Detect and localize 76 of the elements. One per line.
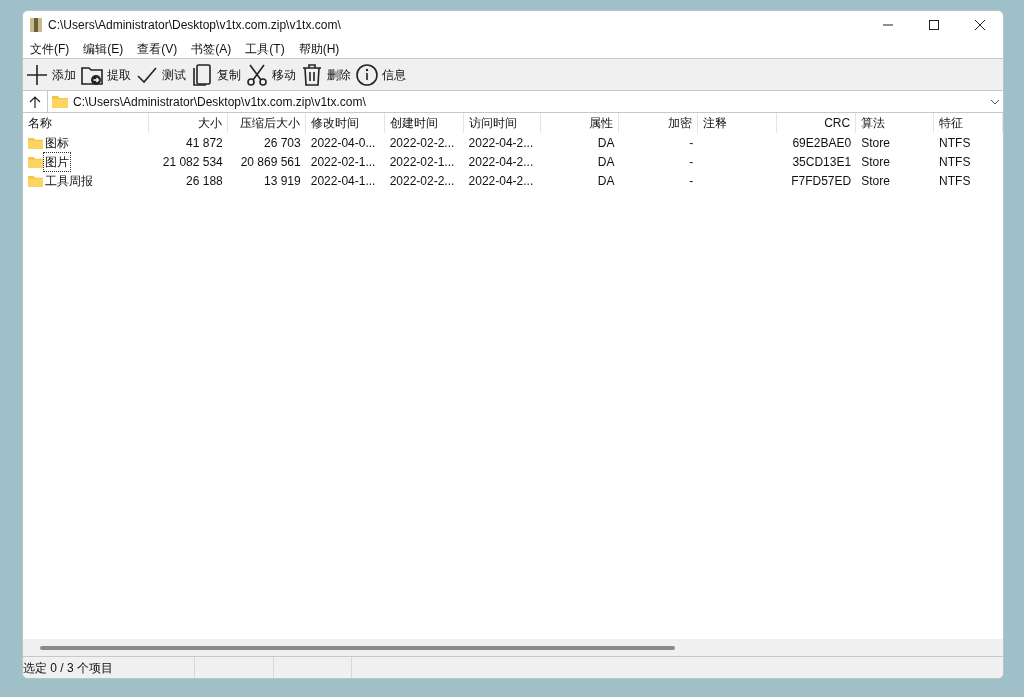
window-title: C:\Users\Administrator\Desktop\v1tx.com.zip\v1tx.com\: [48, 17, 342, 34]
column-header[interactable]: 创建时间: [384, 113, 464, 133]
toolbar-button[interactable]: 添加: [25, 62, 76, 87]
column-header[interactable]: 算法: [856, 113, 935, 133]
table-cell-text: 2022-02-2...: [389, 134, 455, 152]
column-header[interactable]: 属性: [541, 113, 620, 133]
toolbar-button[interactable]: 信息: [355, 62, 406, 87]
file-name[interactable]: 工具周报: [43, 170, 95, 191]
info-icon: [355, 62, 379, 87]
table-cell-text: NTFS: [939, 134, 971, 152]
up-arrow-icon: [29, 95, 41, 108]
table-cell-text: 26 188: [186, 172, 223, 190]
folder-icon: [28, 136, 43, 149]
table-cell-text: NTFS: [939, 153, 971, 171]
menu-item[interactable]: 帮助(H): [295, 39, 343, 58]
column-header[interactable]: 访问时间: [463, 113, 542, 133]
folder-icon: [52, 95, 68, 108]
column-header[interactable]: 加密: [619, 113, 699, 133]
copy-icon: [190, 62, 214, 87]
scissors-icon: [245, 62, 269, 87]
column-header[interactable]: 特征: [934, 113, 1003, 133]
folder-icon: [28, 155, 43, 168]
menu-item[interactable]: 文件(F): [27, 39, 73, 58]
table-cell-text: 13 919: [264, 172, 301, 190]
column-header[interactable]: 名称: [23, 113, 149, 133]
file-name[interactable]: 图片: [43, 151, 71, 172]
column-header[interactable]: 大小: [148, 113, 228, 133]
table-cell-text: Store: [861, 134, 890, 152]
table-cell-text: F7FD57ED: [791, 172, 852, 190]
table-cell-text: DA: [597, 172, 615, 190]
folder-icon: [28, 174, 43, 187]
close-icon: [975, 20, 985, 30]
file-name[interactable]: 图标: [43, 132, 71, 153]
table-cell-text: 26 703: [264, 134, 301, 152]
toolbar-button[interactable]: 提取: [80, 62, 131, 87]
column-header[interactable]: 修改时间: [305, 113, 385, 133]
scrollbar-thumb[interactable]: [40, 645, 675, 650]
maximize-icon: [929, 20, 939, 30]
plus-icon: [25, 62, 49, 87]
table-cell-text: 20 869 561: [240, 153, 301, 171]
column-header[interactable]: 注释: [698, 113, 778, 133]
toolbar-button[interactable]: 删除: [300, 62, 351, 87]
table-cell-text: 2022-04-2...: [468, 134, 534, 152]
table-cell-text: -: [689, 172, 694, 190]
table-cell-text: 35CD13E1: [792, 153, 852, 171]
column-header[interactable]: CRC: [777, 113, 857, 133]
table-cell-text: Store: [861, 172, 890, 190]
table-cell-text: 2022-02-2...: [389, 172, 455, 190]
table-cell-text: DA: [597, 134, 615, 152]
menu-item[interactable]: 书签(A): [188, 39, 235, 58]
toolbar-button[interactable]: 测试: [135, 62, 186, 87]
address-field[interactable]: C:\Users\Administrator\Desktop\v1tx.com.zip\v1tx.com\: [47, 90, 1003, 113]
menu-item[interactable]: 编辑(E): [80, 39, 127, 58]
table-cell-text: NTFS: [939, 172, 971, 190]
chevron-down-icon: [991, 98, 999, 105]
table-cell-text: -: [689, 134, 694, 152]
table-cell-text: 2022-02-1...: [310, 153, 376, 171]
table-cell-text: Store: [861, 153, 890, 171]
table-cell-text: -: [689, 153, 694, 171]
table-cell-text: 21 082 534: [162, 153, 223, 171]
toolbar-button[interactable]: 复制: [190, 62, 241, 87]
table-cell-text: 2022-04-0...: [310, 134, 376, 152]
table-cell-text: 2022-04-2...: [468, 172, 534, 190]
table-cell-text: 2022-04-2...: [468, 153, 534, 171]
menu-item[interactable]: 工具(T): [242, 39, 288, 58]
table-cell-text: 69E2BAE0: [792, 134, 852, 152]
trash-icon: [300, 62, 324, 87]
menu-item[interactable]: 查看(V): [134, 39, 181, 58]
column-header[interactable]: 压缩后大小: [227, 113, 306, 133]
archive-icon: [30, 18, 42, 32]
table-cell-text: 41 872: [186, 134, 223, 152]
status-text: 选定 0 / 3 个项目: [23, 659, 114, 677]
table-cell-text: DA: [597, 153, 615, 171]
table-cell-text: 2022-02-1...: [389, 153, 455, 171]
table-cell-text: 2022-04-1...: [310, 172, 376, 190]
toolbar-button[interactable]: 移动: [245, 62, 296, 87]
